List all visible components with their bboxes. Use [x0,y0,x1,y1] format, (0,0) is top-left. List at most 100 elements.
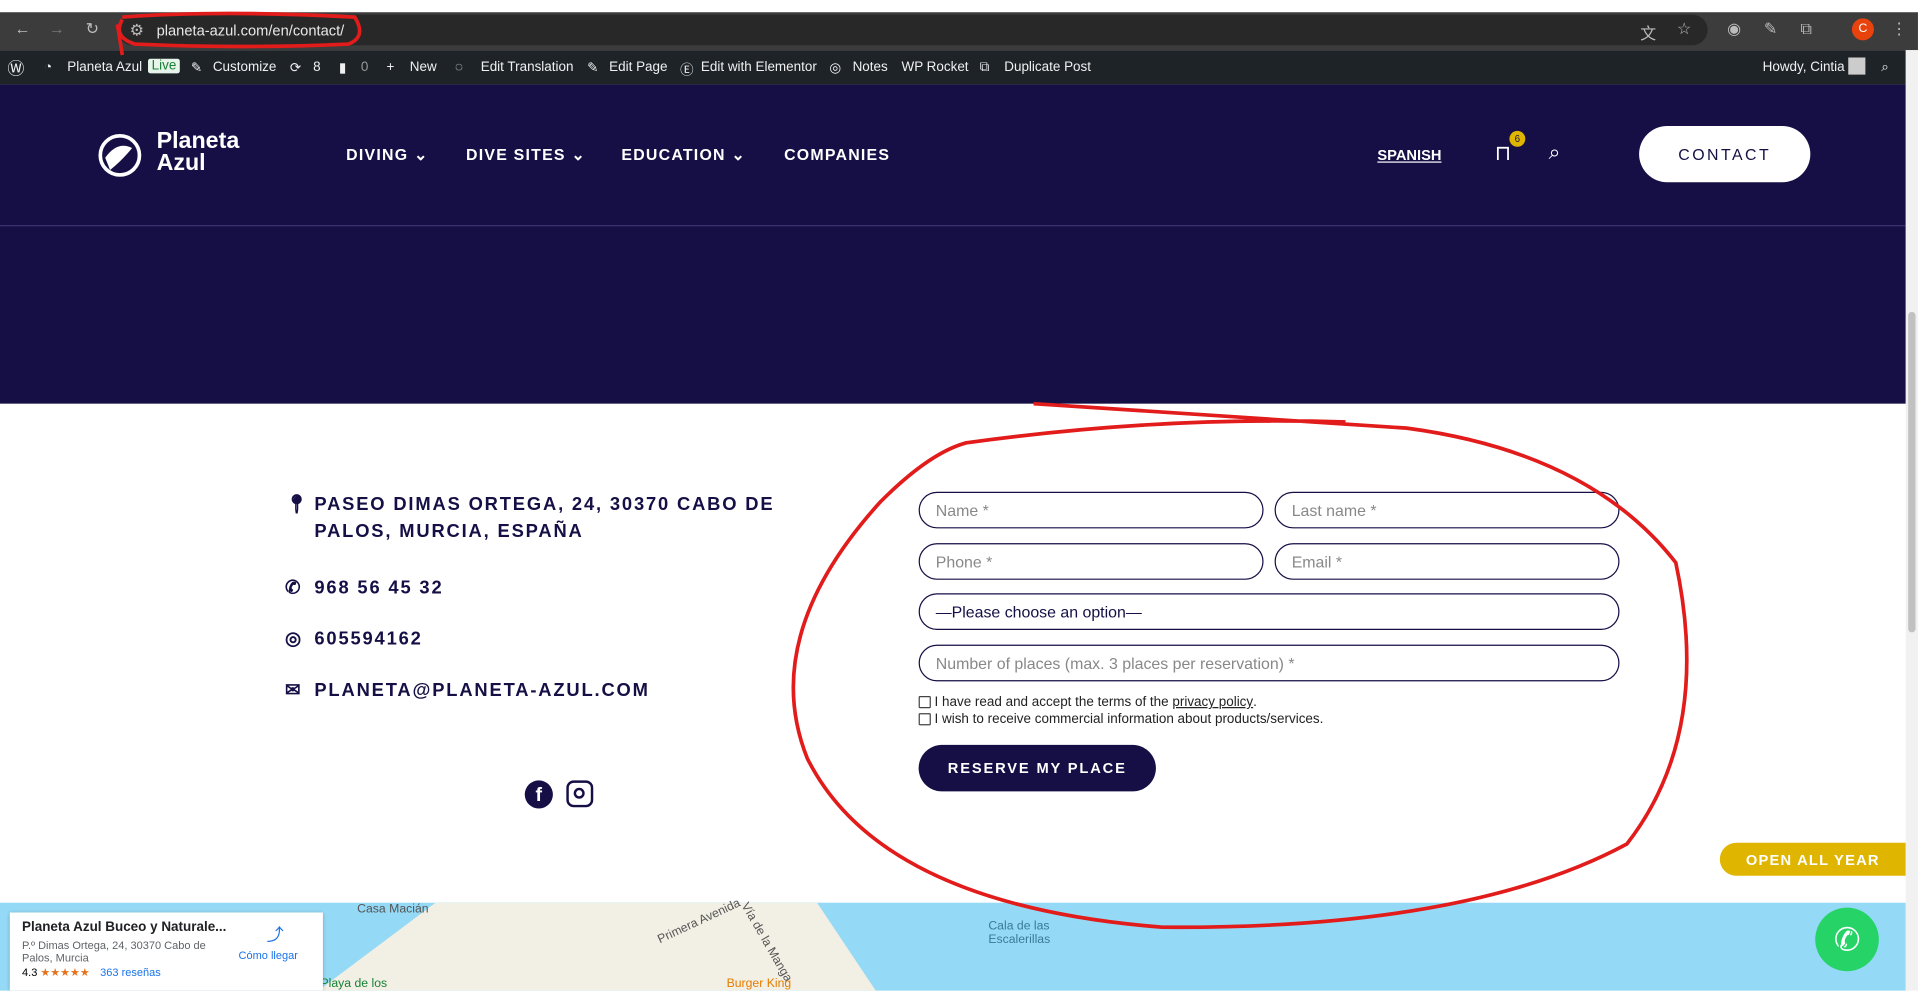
notes-icon: ◎ [829,61,842,76]
privacy-policy-link[interactable]: privacy policy [1172,695,1253,710]
site-info-icon[interactable]: ⚙ [130,21,144,41]
directions-link[interactable]: Cómo llegar [239,949,298,961]
chevron-down-icon: ⌄ [413,145,429,164]
nav-label: DIVE SITES [466,145,566,164]
reserve-button[interactable]: RESERVE MY PLACE [918,744,1156,792]
notes-link[interactable]: Notes [853,60,888,75]
new-link[interactable]: New [410,60,437,75]
email-text[interactable]: PLANETA@PLANETA-AZUL.COM [314,678,828,705]
commercial-checkbox[interactable] [918,713,931,726]
user-avatar[interactable] [1848,57,1866,75]
commercial-label: I wish to receive commercial information… [934,711,1324,727]
extension-icon[interactable]: ◉ [1727,20,1741,40]
map-label: Playa de los [320,977,388,991]
phone-text[interactable]: 968 56 45 32 [314,575,828,602]
privacy-period: . [1253,694,1257,710]
site-header: Planeta Azul DIVING ⌄ DIVE SITES ⌄ EDUCA… [0,84,1906,404]
eyedropper-icon[interactable]: ✎ [1764,20,1777,40]
map-label: Burger King [726,977,792,991]
open-all-year-badge[interactable]: OPEN ALL YEAR [1719,842,1906,876]
howdy-user[interactable]: Howdy, Cintia [1763,60,1845,75]
nav-education[interactable]: EDUCATION ⌄ [621,146,746,166]
language-switch[interactable]: SPANISH [1377,147,1441,164]
map-label: Cala de las Escalerillas [988,919,1051,947]
envelope-icon: ✉ [285,680,303,701]
reload-icon[interactable]: ↻ [86,20,99,40]
whatsapp-text[interactable]: 605594162 [314,626,828,653]
site-name-link[interactable]: Planeta Azul [67,60,142,75]
page: ← → ↻ ⚙ planeta-azul.com/en/contact/ 文 ☆… [0,0,1918,991]
directions-icon[interactable]: ⤴ [267,922,284,946]
name-input[interactable]: Name * [918,491,1264,529]
rating-stars: ★★★★★ [40,966,90,979]
privacy-checkbox[interactable] [918,696,931,709]
nav-companies[interactable]: COMPANIES [784,146,890,164]
nav-diving[interactable]: DIVING ⌄ [346,146,428,166]
reviews-link[interactable]: 363 reseñas [100,966,161,978]
last-name-input[interactable]: Last name * [1274,491,1620,529]
whatsapp-icon: ✆ [1833,920,1861,958]
wordpress-icon[interactable]: Ⓦ [7,56,24,80]
map-label: Casa Macián [357,902,429,917]
whatsapp-button[interactable]: ✆ [1815,907,1879,972]
scrollbar-thumb[interactable] [1908,311,1916,633]
customize-link[interactable]: Customize [213,60,277,75]
header-divider [0,225,1906,227]
nav-dive-sites[interactable]: DIVE SITES ⌄ [466,146,586,166]
back-icon[interactable]: ← [15,20,31,38]
search-icon[interactable]: ⌕ [1549,141,1561,165]
logo-globe-icon[interactable] [95,131,144,180]
comments-count[interactable]: 0 [361,60,368,75]
extensions-puzzle-icon[interactable]: ⧉ [1801,20,1812,40]
browser-toolbar: ← → ↻ ⚙ planeta-azul.com/en/contact/ 文 ☆… [0,12,1918,51]
logo-line-2: Azul [156,150,206,177]
dashboard-icon: ◔ [44,59,53,75]
updates-icon[interactable]: ⟳ [290,60,301,76]
place-address: P.º Dimas Ortega, 24, 30370 Cabo de Palo… [22,939,206,964]
nav-label: DIVING [346,145,409,164]
option-select[interactable]: —Please choose an option— [918,593,1620,630]
cart-icon[interactable]: ⊓ [1495,142,1511,166]
duplicate-icon: ⧉ [979,59,990,75]
translate-icon[interactable]: 文 [1640,21,1656,44]
map-place-card: Planeta Azul Buceo y Naturale... P.º Dim… [9,912,323,991]
translation-icon: ◌ [455,59,464,75]
email-input[interactable]: Email * [1274,543,1620,580]
nav-label: EDUCATION [621,145,726,164]
comments-icon[interactable]: ▮ [339,60,346,76]
wp-rocket-link[interactable]: WP Rocket [901,60,968,75]
address-text: PASEO DIMAS ORTEGA, 24, 30370 CABO DE PA… [314,494,775,542]
duplicate-post-link[interactable]: Duplicate Post [1004,60,1091,75]
pencil-icon: ✎ [587,61,599,76]
logo-text[interactable]: Planeta Azul [156,130,240,177]
edit-page-link[interactable]: Edit Page [609,60,667,75]
brush-icon: ✎ [190,61,203,76]
elementor-icon: Ⓔ [680,63,694,79]
address-bar[interactable]: ⚙ planeta-azul.com/en/contact/ 文 ☆ [117,14,1708,46]
profile-avatar[interactable]: C [1851,18,1874,41]
contact-button[interactable]: CONTACT [1639,125,1811,183]
updates-count[interactable]: 8 [313,60,320,75]
chevron-down-icon: ⌄ [731,145,746,164]
forward-icon[interactable]: → [49,20,65,38]
phone-input[interactable]: Phone * [918,543,1264,580]
live-badge: Live [148,58,181,74]
cart-count-badge: 6 [1509,130,1526,147]
places-input[interactable]: Number of places (max. 3 places per rese… [918,644,1620,682]
rating: 4.3 [22,966,38,979]
privacy-label: I have read and accept the terms of the [934,694,1173,710]
edit-elementor-link[interactable]: Edit with Elementor [701,60,817,75]
menu-icon[interactable]: ⋮ [1891,20,1907,40]
privacy-checkbox-row: I have read and accept the terms of the … [918,694,1257,710]
url-text[interactable]: planeta-azul.com/en/contact/ [157,22,345,39]
plus-icon: + [386,59,395,75]
bookmark-star-icon[interactable]: ☆ [1677,20,1691,40]
commercial-checkbox-row: I wish to receive commercial information… [918,711,1324,727]
phone-icon: ✆ [285,577,303,599]
facebook-icon[interactable]: f [524,780,553,809]
whatsapp-small-icon: ◎ [285,628,303,650]
instagram-icon[interactable] [566,780,594,808]
edit-translation-link[interactable]: Edit Translation [481,60,574,75]
admin-search-icon[interactable]: ⌕ [1881,60,1889,76]
map-pin-icon: 📍︎ [285,494,311,515]
